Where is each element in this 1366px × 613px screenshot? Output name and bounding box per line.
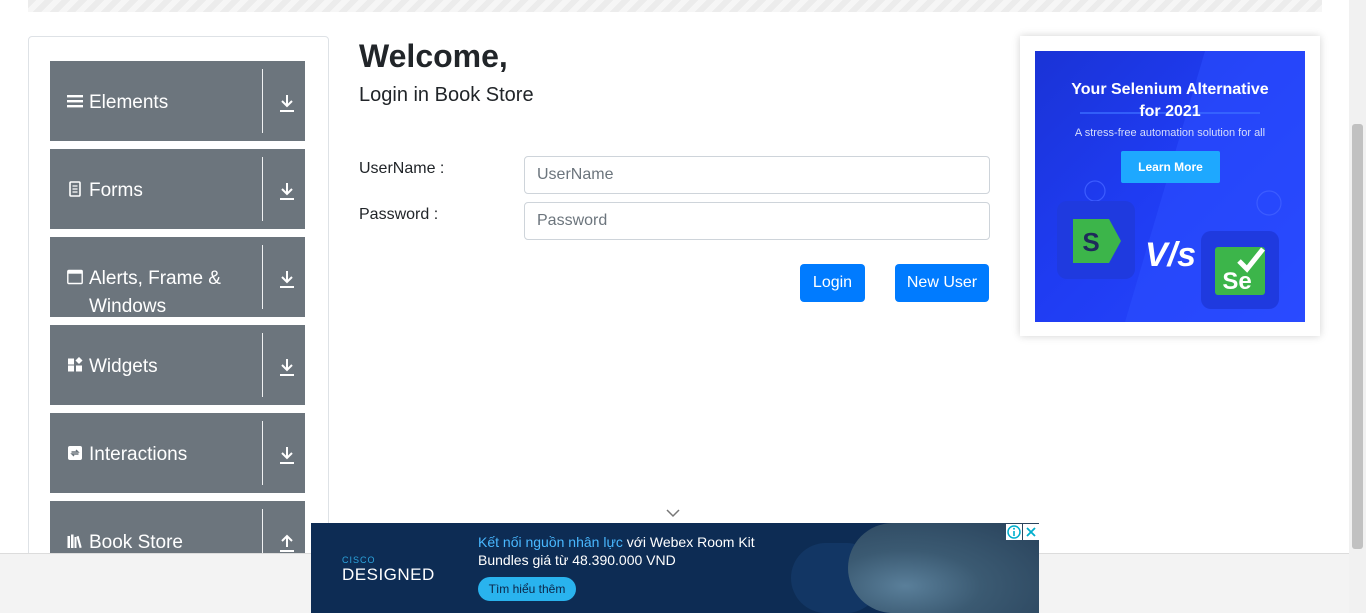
new-user-button[interactable]: New User [895,264,989,302]
sidebar-group-widgets[interactable]: Widgets [50,325,305,405]
page-subtitle: Login in Book Store [359,84,534,106]
svg-text:Se: Se [1222,268,1251,295]
sidebar-group-label: Alerts, Frame & Windows [89,268,221,317]
upload-arrow-icon[interactable] [278,533,296,553]
sidebar-group-forms[interactable]: Forms [50,149,305,229]
hamburger-icon [67,95,83,108]
learn-more-button[interactable]: Learn More [1121,151,1220,183]
divider [262,333,263,397]
page-scrollbar[interactable] [1349,0,1366,613]
download-arrow-icon[interactable] [278,269,296,289]
sidebar-group-elements[interactable]: Elements [50,61,305,141]
widgets-icon [68,357,83,372]
ad-cta-button[interactable]: Tìm hiểu thêm [478,577,576,601]
sidebar-group-label: Interactions [89,444,188,465]
katalon-logo-icon: S [1057,201,1135,279]
header-banner-strip [28,0,1322,12]
username-input[interactable] [524,156,990,194]
document-icon [69,181,81,197]
divider [262,157,263,221]
close-icon[interactable] [1023,524,1039,540]
sidebar: Elements Forms Alerts, Frame & Windows W… [28,36,329,576]
adchoices-icon[interactable] [1006,524,1022,540]
ad-banner[interactable]: Your Selenium Alternative for 2021 A stre… [1035,51,1305,322]
versus-text: V/s [1145,236,1197,274]
login-button[interactable]: Login [800,264,865,302]
divider [262,421,263,485]
password-label: Password : [359,206,439,223]
username-label: UserName : [359,160,445,177]
divider [262,245,263,309]
sidebar-group-interactions[interactable]: Interactions [50,413,305,493]
sync-icon [68,446,82,460]
window-icon [67,269,83,285]
ad-subline: Bundles giá từ 48.390.000 VND [478,552,676,568]
page-title: Welcome, [359,38,508,74]
sidebar-group-alerts[interactable]: Alerts, Frame & Windows [50,237,305,317]
divider [262,69,263,133]
sidebar-group-label: Widgets [89,356,158,377]
password-input[interactable] [524,202,990,240]
selenium-logo-icon: Se [1201,231,1279,309]
download-arrow-icon[interactable] [278,445,296,465]
ad-headline: Kết nối nguồn nhân lực với Webex Room Ki… [478,534,755,550]
svg-text:S: S [1082,227,1099,257]
ad-title: Your Selenium Alternative for 2021 [1071,81,1269,120]
books-icon [67,534,82,549]
sidebar-group-label: Forms [89,180,143,201]
sidebar-group-label: Elements [89,92,169,113]
download-arrow-icon[interactable] [278,93,296,113]
ad-tagline: A stress-free automation solution for al… [1074,127,1266,139]
download-arrow-icon[interactable] [278,181,296,201]
download-arrow-icon[interactable] [278,357,296,377]
scrollbar-thumb[interactable] [1352,124,1363,549]
advertisement-right[interactable]: Your Selenium Alternative for 2021 A stre… [1020,36,1320,336]
chevron-down-icon[interactable] [665,508,681,518]
ad-brand-top: CISCO [342,555,376,565]
ad-brand-bottom: DESIGNED [342,565,435,584]
advertisement-bottom[interactable]: CISCO DESIGNED Kết nối nguồn nhân lực vớ… [311,523,1039,613]
